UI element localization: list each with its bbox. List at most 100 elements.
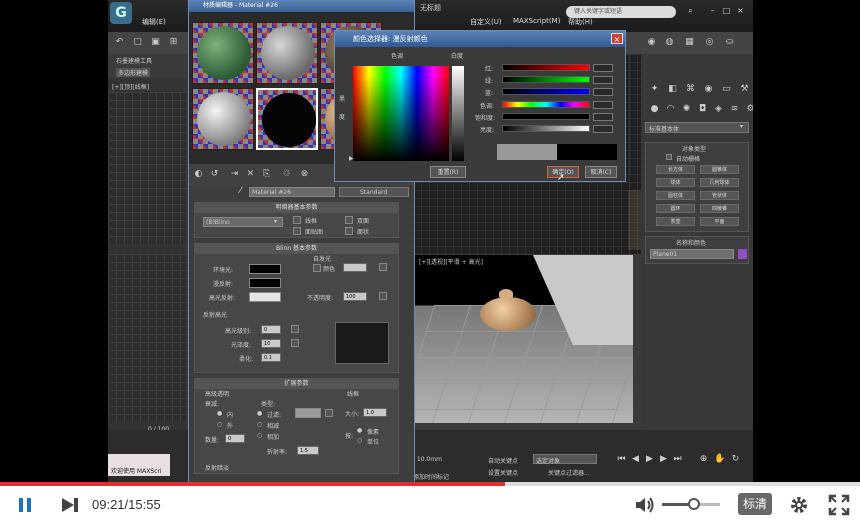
whiteness-slider[interactable]	[452, 66, 464, 161]
object-name-input[interactable]: Plane01	[650, 249, 734, 259]
opacity-map-button[interactable]	[379, 292, 387, 300]
reset-button[interactable]: 重置(R)	[430, 166, 466, 178]
value-slider[interactable]	[502, 125, 590, 132]
top-viewport[interactable]	[108, 92, 186, 244]
box-button[interactable]: 长方体	[656, 165, 695, 174]
display-tab-icon[interactable]: ▭	[721, 84, 732, 95]
put-material-icon[interactable]: ↺	[209, 169, 220, 180]
next-icon[interactable]	[60, 496, 80, 514]
cylinder-button[interactable]: 圆柱体	[656, 191, 695, 200]
amount-spinner[interactable]: 0	[225, 434, 245, 443]
modify-tab-icon[interactable]: ◧	[667, 84, 678, 95]
opacity-spinner[interactable]: 100	[343, 292, 367, 301]
volume-icon[interactable]	[634, 495, 656, 515]
maxscript-listener[interactable]: 欢迎使用 MAXScri	[108, 454, 170, 476]
teapot-render-icon[interactable]: ◍	[664, 37, 675, 48]
extended-rollout-title[interactable]: 扩展参数	[195, 379, 398, 389]
hue-value[interactable]	[593, 101, 613, 109]
shapes-icon[interactable]: ◠	[665, 104, 676, 115]
left-viewport[interactable]	[108, 254, 186, 422]
sample-slot-5-active[interactable]	[256, 88, 318, 150]
search-icon[interactable]: ⌕	[686, 6, 695, 15]
falloff-out-radio[interactable]: ○	[217, 421, 222, 428]
green-value[interactable]	[593, 76, 613, 84]
hue-blackness-picker[interactable]	[353, 66, 449, 161]
specular-swatch[interactable]	[249, 292, 281, 302]
search-input[interactable]: 键入关键字或短语	[566, 6, 676, 18]
name-color-title[interactable]: 名称和颜色	[676, 238, 706, 247]
motion-tab-icon[interactable]: ◉	[703, 84, 714, 95]
sample-slot-1[interactable]	[192, 22, 254, 84]
primitive-type-dropdown[interactable]: 标准基本体 ▾	[645, 122, 749, 133]
assign-material-icon[interactable]: ⇥	[229, 169, 240, 180]
blinn-rollout-title[interactable]: Blinn 基本参数	[195, 244, 398, 254]
menu-edit[interactable]: 编辑(E)	[142, 17, 166, 27]
saturation-slider[interactable]	[502, 113, 590, 120]
self-illum-spinner[interactable]	[343, 263, 367, 272]
spec-level-map-button[interactable]	[291, 325, 299, 333]
volume-slider[interactable]	[662, 498, 720, 510]
region-icon[interactable]: ▣	[150, 37, 161, 48]
material-name-input[interactable]: Material #26	[249, 187, 335, 197]
sphere-button[interactable]: 球体	[656, 178, 695, 187]
fullscreen-icon[interactable]	[828, 494, 850, 516]
wire-size-spinner[interactable]: 1.0	[363, 408, 387, 417]
teapot-button[interactable]: 茶壶	[656, 217, 695, 226]
face-map-checkbox[interactable]	[293, 227, 301, 235]
wire-checkbox[interactable]	[293, 216, 301, 224]
render-frame-icon[interactable]: ▦	[684, 37, 695, 48]
volume-knob[interactable]	[687, 498, 700, 510]
add-time-tag-button[interactable]: 添加时间标记	[413, 472, 449, 481]
saturation-value[interactable]	[593, 113, 613, 121]
sample-slot-2[interactable]	[256, 22, 318, 84]
geometry-icon[interactable]: ●	[649, 104, 660, 115]
ambient-swatch[interactable]	[249, 264, 281, 274]
render-icon[interactable]: ◎	[704, 37, 715, 48]
new-color-swatch[interactable]	[557, 144, 617, 160]
green-slider[interactable]	[502, 76, 590, 83]
render-setup-icon[interactable]: ◉	[646, 37, 657, 48]
create-tab-icon[interactable]: ✦	[649, 84, 660, 95]
utilities-tab-icon[interactable]: ⚒	[739, 84, 750, 95]
tube-button[interactable]: 管状体	[700, 191, 739, 200]
play-icon[interactable]: ▶	[644, 454, 655, 465]
two-sided-checkbox[interactable]	[345, 216, 353, 224]
menu-maxscript[interactable]: MAXScript(M)	[513, 17, 560, 25]
object-type-title[interactable]: 对象类型	[682, 144, 706, 153]
eyedropper-icon[interactable]: ⁄	[235, 186, 246, 197]
go-start-icon[interactable]: ⏮	[616, 454, 627, 465]
helpers-icon[interactable]: ◈	[713, 104, 724, 115]
red-value[interactable]	[593, 64, 613, 72]
pause-icon[interactable]	[16, 496, 34, 514]
self-illum-color-checkbox[interactable]	[313, 264, 321, 272]
value-value[interactable]	[593, 125, 613, 133]
blue-value[interactable]	[593, 88, 613, 96]
get-material-icon[interactable]: ◐	[193, 169, 204, 180]
soften-spinner[interactable]: 0.1	[261, 353, 281, 362]
unique-icon[interactable]: ♲	[281, 169, 292, 180]
cameras-icon[interactable]: ◘	[697, 104, 708, 115]
cone-button[interactable]: 圆锥体	[700, 165, 739, 174]
black-cursor-icon[interactable]: ▶	[349, 155, 354, 162]
select-icon[interactable]: ▢	[132, 37, 143, 48]
spec-level-spinner[interactable]: 0	[261, 325, 281, 334]
subtractive-radio[interactable]: ○	[257, 421, 262, 428]
settings-gear-icon[interactable]	[788, 494, 810, 516]
undo-icon[interactable]: ↶	[114, 37, 125, 48]
cancel-button[interactable]: 取消(C)	[585, 166, 617, 178]
original-color-swatch[interactable]	[497, 144, 557, 160]
filter-radio[interactable]: ●	[257, 410, 262, 417]
shader-rollout-title[interactable]: 明暗器基本参数	[195, 203, 398, 213]
pixels-radio[interactable]: ●	[357, 427, 362, 434]
zoom-icon[interactable]: ⊕	[698, 454, 709, 465]
close-icon[interactable]: ×	[611, 33, 623, 44]
additive-radio[interactable]: ○	[257, 432, 262, 439]
menu-help[interactable]: 帮助(H)	[568, 17, 593, 27]
hierarchy-tab-icon[interactable]: ⌘	[685, 84, 696, 95]
menu-customize[interactable]: 自定义(U)	[470, 17, 502, 27]
shader-dropdown[interactable]: (B)Blinn ▾	[203, 217, 283, 227]
material-type-button[interactable]: Standard	[339, 187, 409, 197]
perspective-viewport-label[interactable]: [+][透视][平滑 + 高光]	[419, 257, 483, 266]
red-slider[interactable]	[502, 64, 590, 71]
render-prod-icon[interactable]: ⛀	[724, 37, 735, 48]
